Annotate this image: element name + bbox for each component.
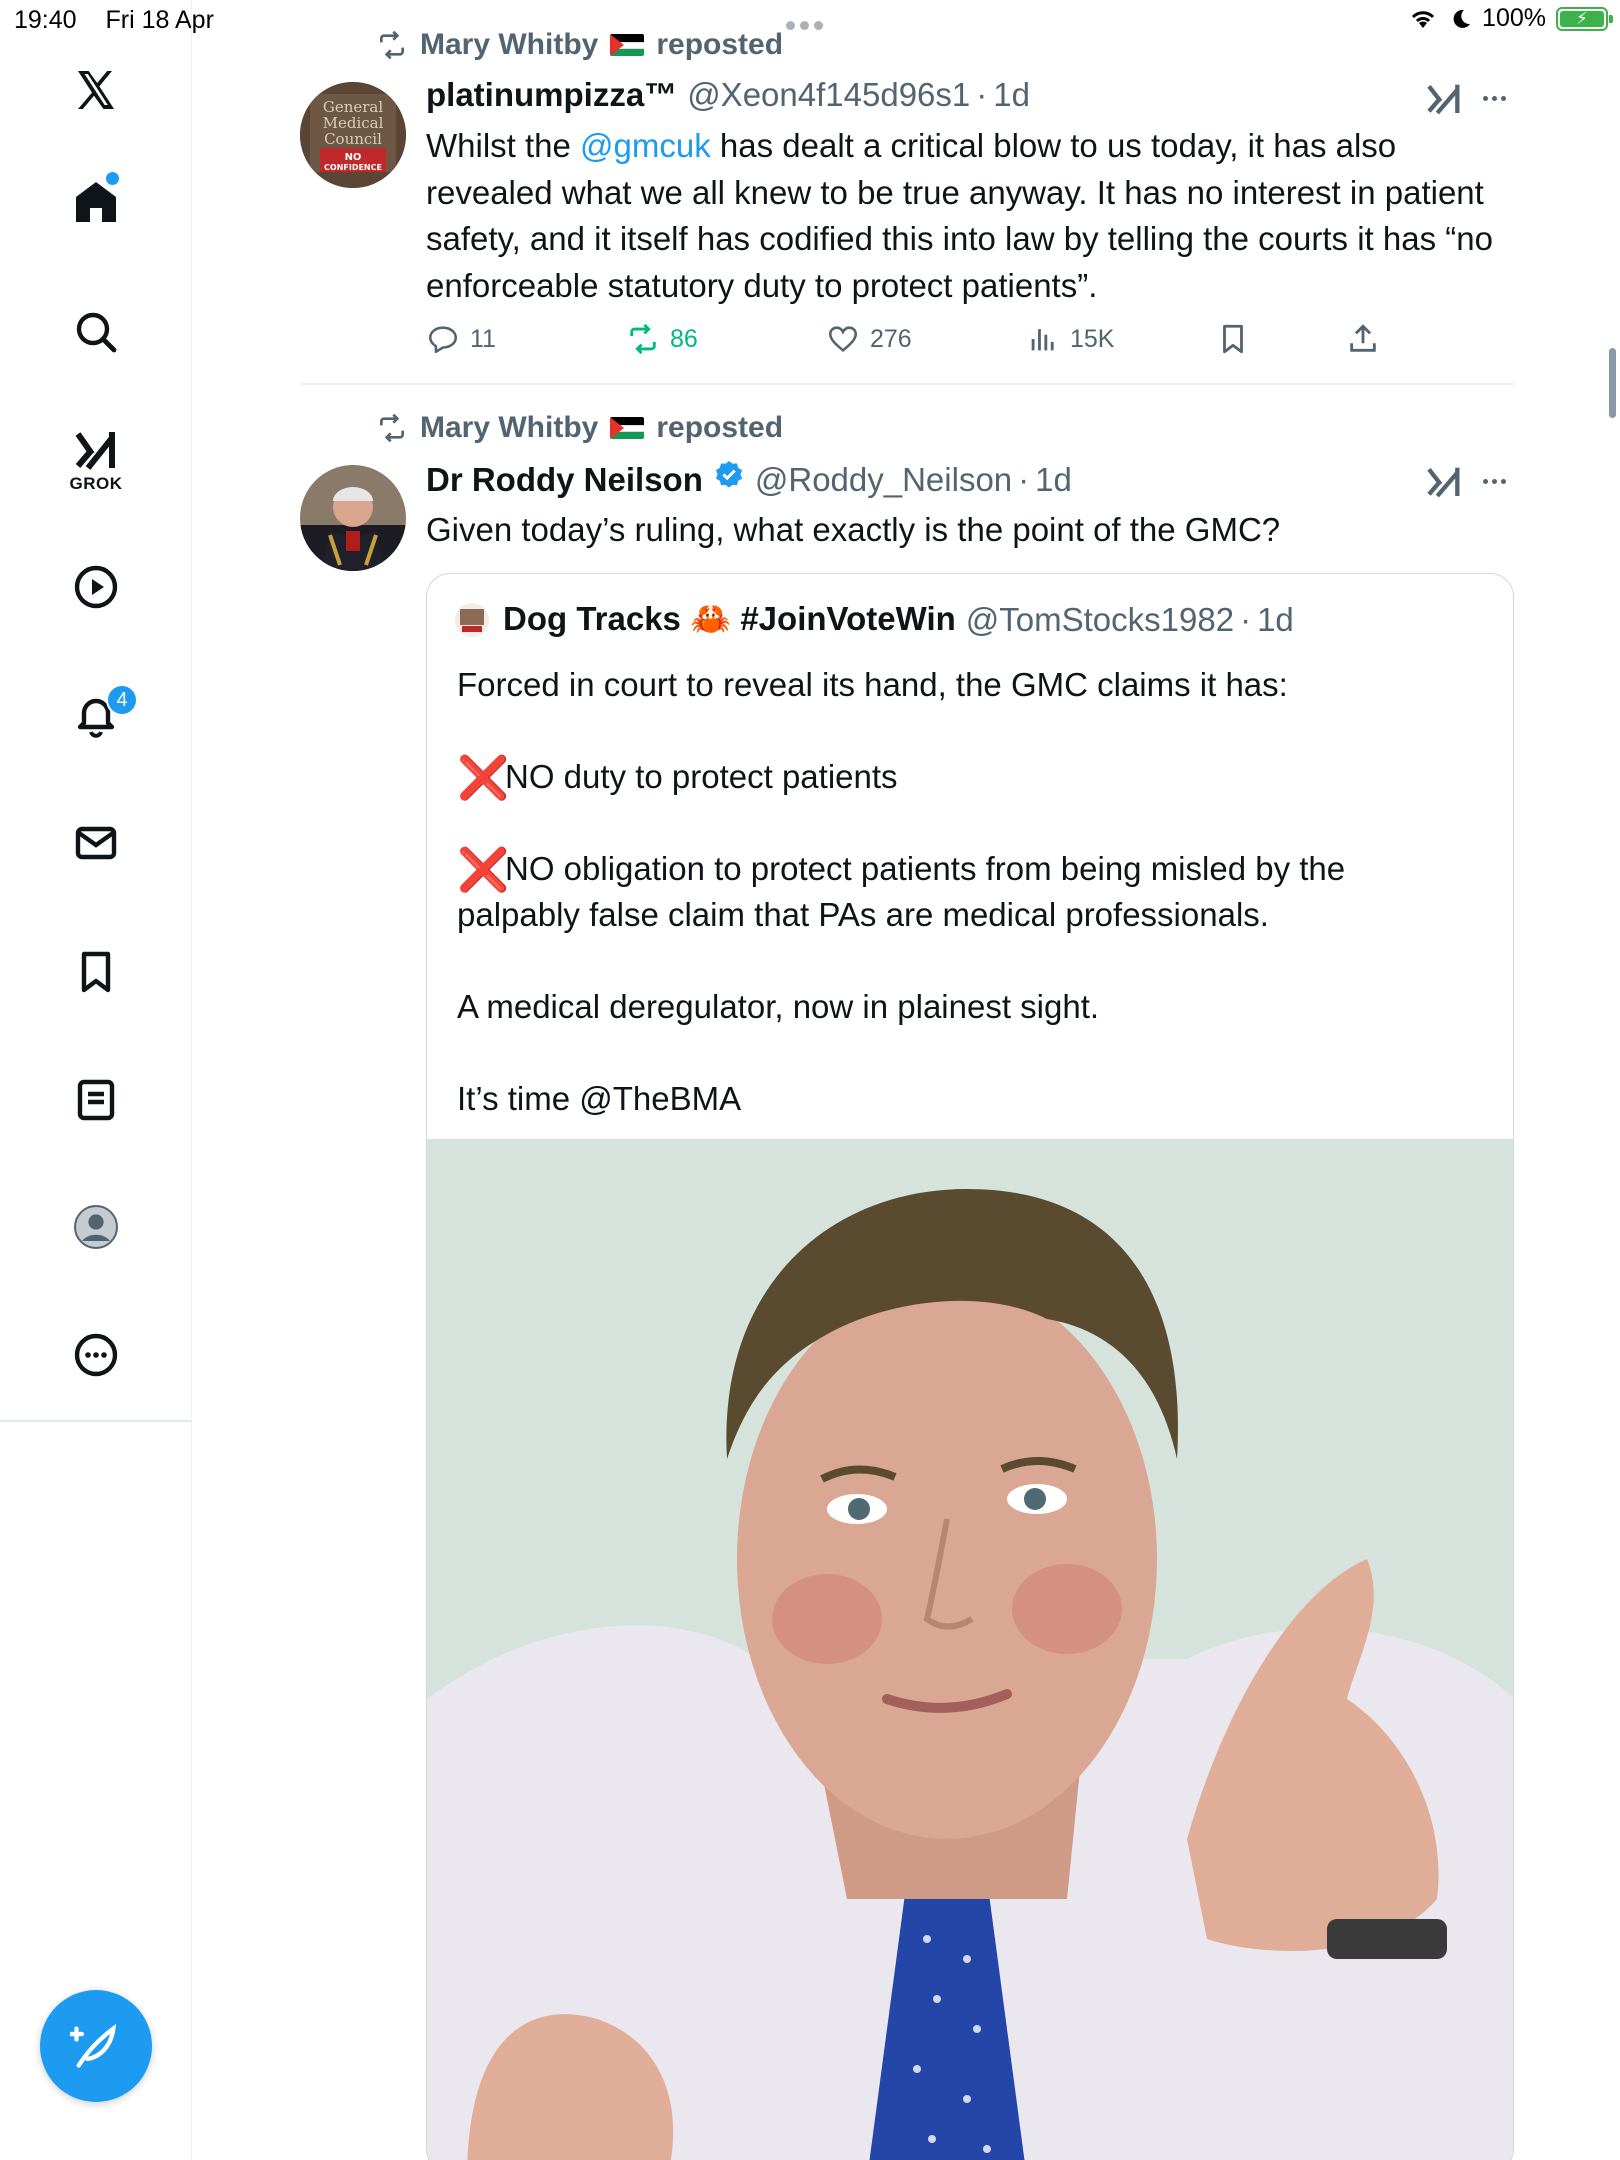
reply-button[interactable]: 11	[426, 322, 496, 356]
verified-badge-icon	[715, 461, 742, 488]
timestamp[interactable]: 1d	[1035, 461, 1072, 499]
sidebar: GROK 4	[0, 0, 192, 2160]
share-icon	[1350, 324, 1376, 352]
repost-count: 86	[670, 324, 698, 353]
avatar[interactable]	[300, 465, 406, 571]
timeline: Mary Whitby reposted General Medical Cou…	[300, 0, 1520, 2160]
heart-icon	[828, 326, 858, 352]
grok-explain-icon[interactable]	[1424, 461, 1464, 501]
tweet-header: platinumpizza™ @Xeon4f145d96s1 · 1d	[426, 76, 1030, 114]
reposter-name[interactable]: Mary Whitby	[420, 28, 598, 62]
grok-explain-icon[interactable]	[1424, 78, 1464, 118]
quote-bullet-text: NO duty to protect patients	[505, 758, 898, 795]
grok-label: GROK	[69, 474, 123, 493]
x-logo-icon[interactable]	[66, 60, 126, 120]
reply-count: 11	[470, 324, 496, 353]
repost-suffix: reposted	[656, 28, 784, 61]
quote-bullet: ❌NO duty to protect patients	[457, 754, 1477, 800]
lists-icon[interactable]	[66, 1070, 126, 1130]
repost-icon	[380, 413, 404, 443]
tweet-header: Dr Roddy Neilson @Roddy_Neilson · 1d	[426, 459, 1072, 499]
more-options-icon[interactable]	[1474, 461, 1514, 501]
grok-icon[interactable]	[66, 420, 126, 480]
bookmark-icon[interactable]	[66, 942, 126, 1002]
quote-line: Forced in court to reveal its hand, the …	[457, 666, 1288, 703]
repost-icon	[630, 323, 656, 355]
bookmark-button[interactable]	[1216, 322, 1250, 356]
quote-timestamp[interactable]: 1d	[1257, 601, 1294, 639]
more-icon[interactable]	[66, 1325, 126, 1385]
mail-icon[interactable]	[66, 813, 126, 873]
compose-feather-icon	[70, 2023, 117, 2068]
palestine-flag-icon	[610, 417, 645, 439]
share-button[interactable]	[1346, 322, 1380, 356]
repost-icon	[380, 30, 404, 60]
quote-header: Dog Tracks 🦀 #JoinVoteWin @TomStocks1982…	[455, 600, 1294, 639]
author-handle[interactable]: @Xeon4f145d96s1	[687, 76, 970, 114]
author-name[interactable]: Dr Roddy Neilson	[426, 461, 703, 499]
bookmark-icon	[1223, 324, 1243, 354]
scrollbar[interactable]	[1609, 348, 1616, 418]
profile-icon[interactable]	[66, 1197, 126, 1257]
views-icon	[1031, 329, 1054, 351]
tweet-text: Whilst the @gmcuk has dealt a critical b…	[426, 123, 1516, 309]
avatar-text-4: NO	[345, 152, 362, 163]
quote-bullet-text: NO obligation to protect patients from b…	[457, 850, 1346, 933]
views-count: 15K	[1070, 324, 1115, 353]
quote-text: Forced in court to reveal its hand, the …	[457, 662, 1477, 1122]
separator: ·	[976, 76, 988, 113]
quoted-tweet[interactable]: Dog Tracks 🦀 #JoinVoteWin @TomStocks1982…	[426, 573, 1514, 2160]
separator: ·	[1240, 600, 1252, 638]
like-count: 276	[870, 324, 912, 353]
palestine-flag-icon	[610, 34, 645, 56]
video-icon[interactable]	[66, 557, 126, 617]
quote-photo[interactable]	[427, 1139, 1513, 2160]
battery-icon: ⚡	[1556, 6, 1613, 31]
tweet-text-pre: Whilst the	[426, 127, 581, 164]
avatar-text-5: CONFIDENCE	[324, 163, 382, 172]
timestamp[interactable]: 1d	[993, 76, 1030, 114]
repost-context: Mary Whitby reposted	[376, 411, 783, 445]
reply-icon	[428, 326, 458, 354]
author-handle[interactable]: @Roddy_Neilson	[755, 461, 1012, 499]
reposter-name[interactable]: Mary Whitby	[420, 411, 598, 445]
repost-button[interactable]: 86	[626, 322, 698, 356]
quote-author-handle[interactable]: @TomStocks1982	[966, 601, 1234, 639]
views-button[interactable]: 15K	[1026, 322, 1114, 356]
avatar-text-3: Council	[324, 130, 382, 148]
notifications-badge: 4	[106, 684, 138, 716]
cross-mark-icon: ❌	[457, 754, 510, 801]
sidebar-divider	[0, 1420, 192, 1422]
tweet-actions: 11 86 276 15K	[426, 322, 1426, 362]
more-options-icon[interactable]	[1474, 78, 1514, 118]
mention-link[interactable]: @gmcuk	[580, 127, 711, 164]
search-icon[interactable]	[66, 302, 126, 362]
quote-bullet: ❌NO obligation to protect patients from …	[457, 846, 1477, 938]
quote-line: A medical deregulator, now in plainest s…	[457, 988, 1100, 1025]
tweet-text: Given today’s ruling, what exactly is th…	[426, 511, 1281, 548]
avatar[interactable]: General Medical Council NO CONFIDENCE	[300, 82, 406, 188]
author-name[interactable]: platinumpizza™	[426, 76, 677, 114]
tweet[interactable]: Mary Whitby reposted Dr Roddy Neilson @R…	[300, 385, 1514, 2160]
quote-author-name[interactable]: Dog Tracks 🦀 #JoinVoteWin	[503, 600, 956, 639]
home-unread-dot	[106, 172, 119, 185]
quote-line: It’s time @TheBMA	[457, 1080, 742, 1117]
compose-button[interactable]	[40, 1990, 152, 2102]
quote-avatar[interactable]	[455, 602, 489, 637]
cross-mark-icon: ❌	[457, 846, 510, 893]
repost-context: Mary Whitby reposted	[376, 28, 783, 62]
repost-suffix: reposted	[656, 411, 784, 444]
tweet[interactable]: Mary Whitby reposted General Medical Cou…	[300, 0, 1514, 385]
like-button[interactable]: 276	[826, 322, 912, 356]
separator: ·	[1018, 461, 1030, 498]
